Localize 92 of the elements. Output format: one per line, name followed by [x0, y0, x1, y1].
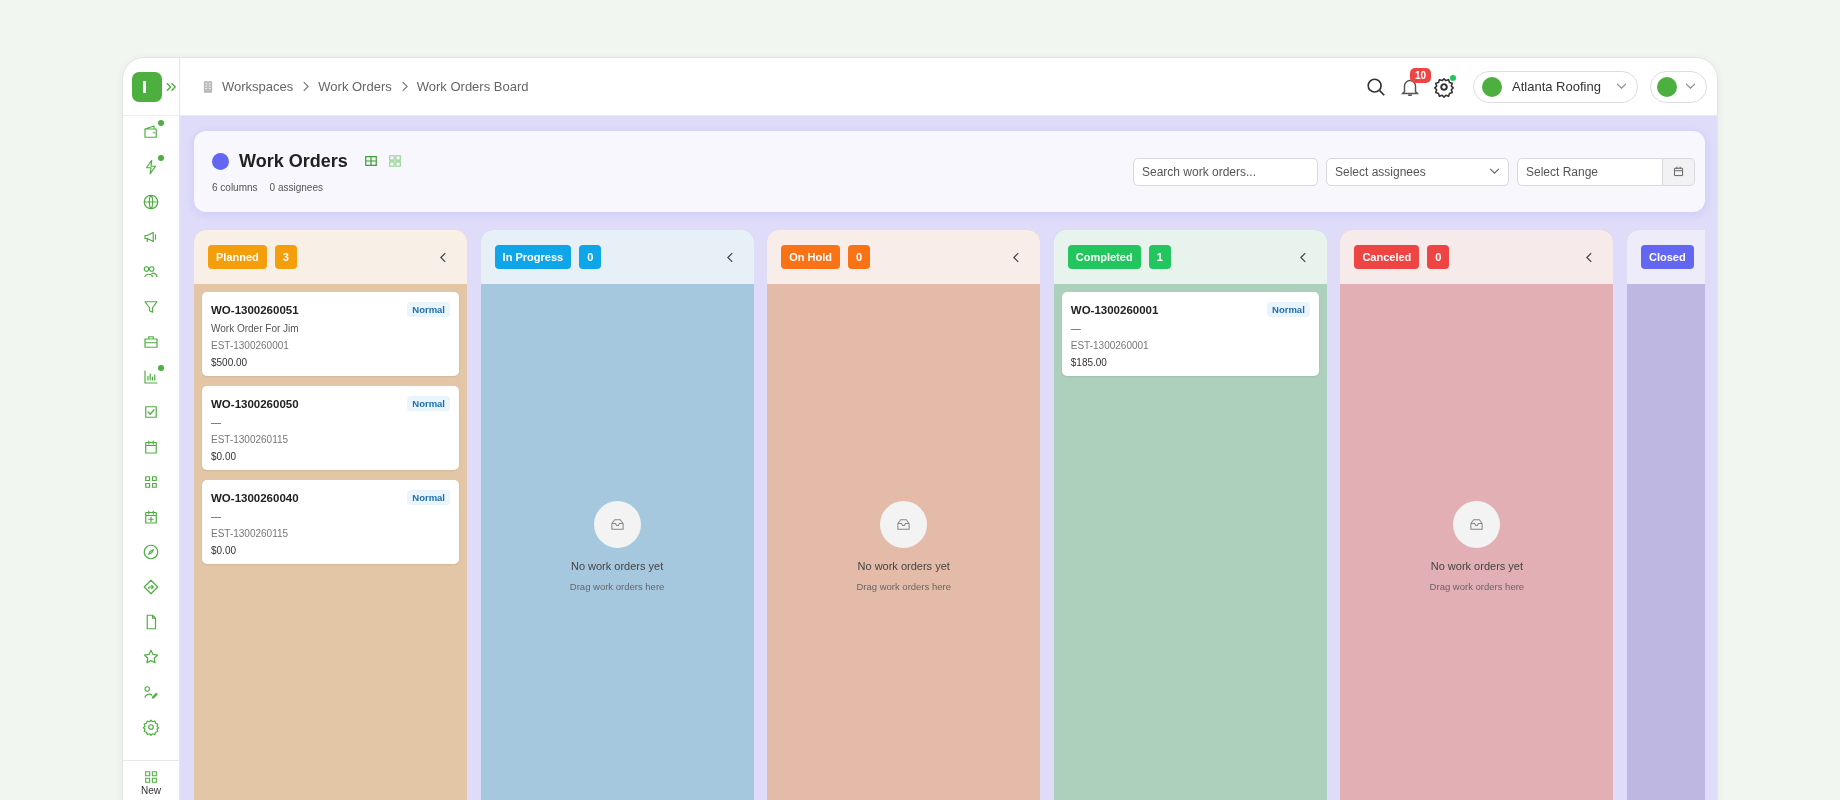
work-order-card[interactable]: WO-1300260050 Normal — EST-1300260115 $0.00	[202, 386, 459, 470]
work-order-card[interactable]: WO-1300260051 Normal Work Order For Jim EST-1300260001 $500.00	[202, 292, 459, 376]
breadcrumb-link[interactable]: Work Orders Board	[416, 79, 529, 94]
new-label[interactable]: New	[141, 785, 161, 796]
estimate-number: EST-1300260115	[211, 434, 290, 445]
notification-dot	[158, 365, 164, 371]
collapse-icon[interactable]	[440, 251, 447, 263]
calendar-button[interactable]	[1663, 157, 1695, 186]
notification-dot	[158, 155, 164, 161]
inbox-icon	[593, 501, 641, 548]
sidebar-nav-icon[interactable]	[142, 193, 160, 211]
inbox-icon	[1453, 501, 1501, 548]
work-order-id: WO-1300260051	[211, 303, 299, 316]
empty-state-title: No work orders yet	[857, 560, 950, 572]
column-count: 0	[579, 245, 602, 269]
caret-icon	[1685, 83, 1696, 90]
work-order-id: WO-1300260050	[211, 397, 299, 410]
status-tag: Canceled	[1354, 245, 1420, 269]
work-order-amount: $0.00	[211, 545, 238, 556]
column-count: 0	[847, 245, 871, 269]
sidebar-nav-icon[interactable]	[142, 438, 160, 456]
sidebar-nav-icon[interactable]	[142, 333, 160, 351]
expand-icon[interactable]	[166, 82, 177, 92]
notification-count: 10	[1410, 67, 1432, 83]
column-count: 0	[1427, 245, 1450, 269]
notification-dot	[158, 120, 164, 126]
building-icon	[203, 79, 213, 94]
priority-tag: Normal	[407, 490, 450, 505]
search-icon[interactable]	[1365, 75, 1387, 98]
breadcrumb-link[interactable]: Work Orders	[318, 79, 392, 94]
sidebar-nav-icon[interactable]	[142, 543, 160, 561]
sidebar-nav-icon[interactable]	[142, 578, 160, 596]
empty-state-hint: Drag work orders here	[1429, 581, 1525, 592]
estimate-number: EST-1300260001	[1070, 340, 1150, 351]
work-order-amount: $500.00	[211, 357, 249, 368]
columns-count: 6 columns	[212, 181, 258, 193]
status-tag: Completed	[1067, 245, 1141, 269]
collapse-icon[interactable]	[1299, 251, 1307, 263]
estimate-number: EST-1300260115	[211, 528, 290, 539]
chevron-right-icon	[302, 81, 310, 92]
sidebar-nav-icon[interactable]	[142, 683, 160, 701]
chevron-right-icon	[400, 81, 408, 92]
assignees-select[interactable]: Select assignees	[1326, 157, 1509, 186]
status-tag: In Progress	[494, 245, 572, 269]
collapse-icon[interactable]	[726, 251, 734, 263]
sidebar-nav-icon[interactable]	[142, 648, 160, 666]
work-order-amount: $185.00	[1070, 357, 1108, 368]
board-title: Work Orders	[239, 150, 348, 172]
caret-icon	[1616, 83, 1627, 90]
table-view-icon[interactable]	[363, 154, 378, 168]
sidebar-nav-icon[interactable]	[142, 368, 160, 386]
sidebar-nav-icon[interactable]	[142, 473, 160, 491]
calendar-icon	[1672, 165, 1685, 178]
work-order-amount: $0.00	[211, 451, 238, 462]
work-order-id: WO-1300260001	[1070, 303, 1159, 316]
breadcrumb-link[interactable]: Workspaces	[222, 79, 294, 94]
priority-tag: Normal	[1267, 302, 1310, 317]
work-order-id: WO-1300260040	[211, 491, 299, 504]
sidebar-nav-icon[interactable]	[142, 403, 160, 421]
assignees-count: 0 assignees	[269, 181, 323, 193]
sidebar-nav-icon[interactable]	[142, 508, 160, 526]
work-order-description: —	[211, 417, 222, 428]
work-order-card[interactable]: WO-1300260001 Normal — EST-1300260001 $185.00	[1061, 292, 1319, 376]
sidebar-nav-icon[interactable]	[142, 718, 160, 736]
work-order-description: Work Order For Jim	[211, 323, 300, 334]
sidebar-nav-icon[interactable]	[142, 123, 160, 141]
work-order-description: —	[1070, 323, 1082, 334]
priority-tag: Normal	[407, 396, 450, 411]
collapse-icon[interactable]	[1013, 251, 1021, 263]
sidebar-nav-icon[interactable]	[142, 298, 160, 316]
inbox-icon	[880, 501, 928, 548]
column-count: 1	[1148, 245, 1171, 269]
board-view-icon[interactable]	[387, 154, 402, 168]
search-field[interactable]: Search work orders...	[1133, 157, 1318, 186]
priority-tag: Normal	[407, 302, 450, 317]
caret-icon	[1489, 168, 1500, 175]
date-range-field[interactable]: Select Range	[1517, 157, 1663, 186]
grid-icon[interactable]	[143, 769, 159, 785]
status-tag: Planned	[208, 245, 267, 269]
work-order-description: —	[211, 511, 222, 522]
work-order-card[interactable]: WO-1300260040 Normal — EST-1300260115 $0.00	[202, 480, 459, 564]
estimate-number: EST-1300260001	[211, 340, 290, 351]
empty-state-hint: Drag work orders here	[569, 581, 665, 592]
empty-state-title: No work orders yet	[1430, 560, 1524, 572]
empty-state-hint: Drag work orders here	[856, 581, 951, 592]
collapse-icon[interactable]	[1586, 251, 1594, 263]
settings-icon[interactable]	[1433, 75, 1455, 98]
column-count: 3	[274, 245, 297, 269]
app-logo[interactable]	[132, 71, 162, 102]
status-tag: On Hold	[781, 245, 840, 269]
empty-state-title: No work orders yet	[570, 560, 664, 572]
status-tag: Closed	[1640, 245, 1694, 269]
